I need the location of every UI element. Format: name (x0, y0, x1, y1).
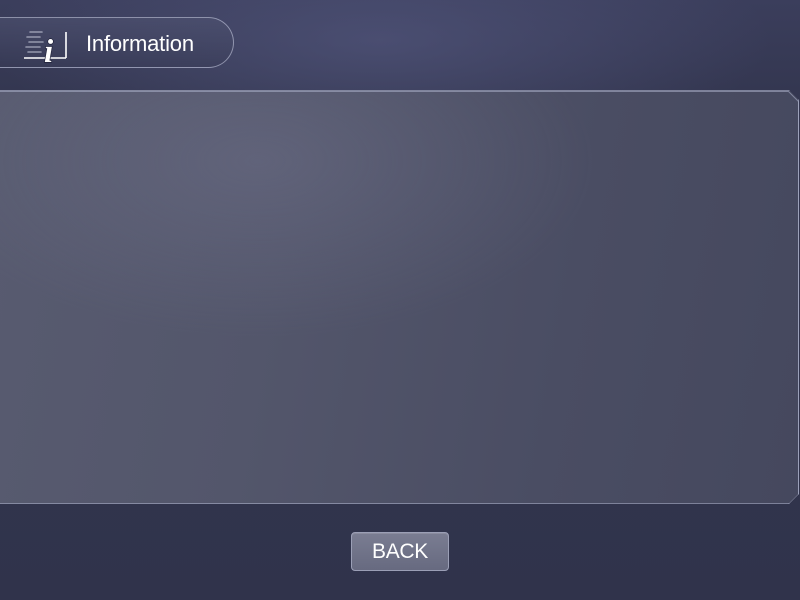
information-screen: i Information BACK (0, 0, 800, 600)
information-content-panel (0, 90, 799, 504)
panel-border (0, 91, 799, 505)
back-button[interactable]: BACK (351, 532, 449, 571)
svg-text:i: i (44, 34, 54, 66)
page-title: Information (86, 31, 194, 56)
info-icon: i (22, 26, 70, 71)
